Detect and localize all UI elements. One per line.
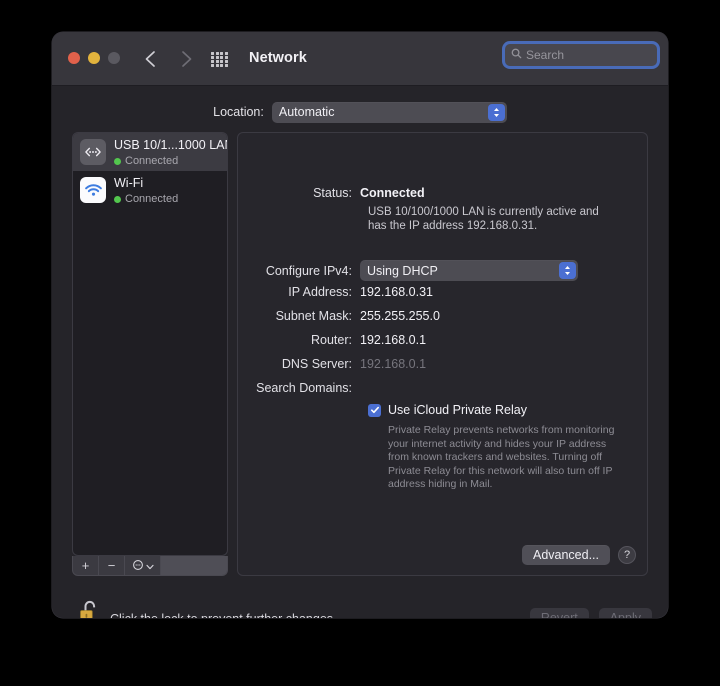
revert-button[interactable]: Revert — [529, 608, 589, 618]
private-relay-checkbox-row[interactable]: Use iCloud Private Relay — [368, 403, 620, 417]
zoom-window-button[interactable] — [108, 52, 120, 64]
detail-actions: Advanced... ? — [521, 545, 636, 565]
interface-status: Connected — [114, 192, 178, 206]
location-row: Location: Automatic — [52, 100, 668, 124]
add-interface-button[interactable]: + — [73, 556, 99, 575]
window-titlebar: Network — [52, 32, 668, 86]
search-icon — [511, 46, 522, 64]
search-domains-row: Search Domains: — [250, 380, 360, 396]
interface-name: Wi-Fi — [114, 176, 144, 190]
help-button[interactable]: ? — [618, 546, 636, 564]
configure-ipv4-value: Using DHCP — [367, 263, 438, 278]
sidebar-item-usb-lan[interactable]: USB 10/1...1000 LAN Connected — [73, 133, 227, 171]
search-field[interactable] — [505, 44, 668, 66]
interface-status-label: Connected — [125, 155, 179, 167]
usb-ethernet-icon — [80, 139, 106, 165]
sidebar-item-wifi[interactable]: Wi-Fi Connected — [73, 171, 227, 209]
private-relay-description: Private Relay prevents networks from mon… — [388, 424, 615, 490]
interface-status: Connected — [114, 154, 227, 168]
sidebar-item-text: USB 10/1...1000 LAN Connected — [114, 136, 227, 168]
remove-interface-button[interactable]: − — [99, 556, 125, 575]
private-relay-label: Use iCloud Private Relay — [388, 403, 527, 417]
chevron-down-icon — [145, 559, 154, 572]
interface-list-toolbar: + − — [72, 556, 228, 576]
ip-address-row: IP Address: 192.168.0.31 — [250, 284, 433, 300]
wifi-icon — [80, 177, 106, 203]
subnet-mask-value: 255.255.255.0 — [360, 309, 440, 323]
search-input[interactable] — [526, 48, 668, 62]
page-title: Network — [249, 50, 307, 66]
location-label: Location: — [213, 105, 264, 119]
action-gear-icon — [132, 559, 144, 573]
dns-server-label: DNS Server: — [281, 357, 352, 371]
toolbar-filler — [161, 556, 227, 575]
grid-apps-icon[interactable] — [211, 52, 228, 67]
interface-status-label: Connected — [125, 193, 179, 205]
chevron-up-down-icon — [559, 262, 576, 279]
private-relay-section: Use iCloud Private Relay Private Relay p… — [368, 403, 620, 492]
minimize-window-button[interactable] — [88, 52, 100, 64]
status-description: USB 10/100/1000 LAN is currently active … — [368, 206, 599, 232]
configure-ipv4-select[interactable]: Using DHCP — [360, 260, 578, 281]
status-label: Status: — [313, 186, 352, 200]
network-preferences-window: Network Location: Automatic — [52, 32, 668, 618]
footer-actions: Revert Apply — [529, 608, 652, 618]
router-row: Router: 192.168.0.1 — [250, 332, 426, 348]
dns-server-value[interactable]: 192.168.0.1 — [360, 356, 426, 372]
checkmark-icon[interactable] — [368, 403, 381, 417]
status-value: Connected — [360, 186, 425, 200]
chevron-right-icon[interactable] — [176, 48, 196, 70]
lock-hint-text: Click the lock to prevent further change… — [110, 612, 337, 618]
location-selected-value: Automatic — [278, 105, 335, 119]
dns-server-row: DNS Server: 192.168.0.1 — [250, 356, 426, 372]
ip-address-value: 192.168.0.31 — [360, 285, 433, 299]
subnet-mask-row: Subnet Mask: 255.255.255.0 — [250, 308, 440, 324]
router-value: 192.168.0.1 — [360, 333, 427, 347]
close-window-button[interactable] — [68, 52, 80, 64]
subnet-mask-label: Subnet Mask: — [275, 309, 352, 323]
network-interface-list[interactable]: USB 10/1...1000 LAN Connected Wi-Fi Conn… — [72, 132, 228, 556]
interface-name: USB 10/1...1000 LAN — [114, 138, 228, 152]
status-dot-icon — [114, 157, 121, 165]
search-domains-label: Search Domains: — [256, 381, 352, 395]
chevron-up-down-icon — [487, 103, 505, 121]
router-label: Router: — [311, 333, 352, 347]
ip-address-label: IP Address: — [288, 285, 352, 299]
sidebar-item-text: Wi-Fi Connected — [114, 174, 178, 206]
apply-button[interactable]: Apply — [598, 608, 652, 618]
chevron-left-icon[interactable] — [141, 48, 161, 70]
advanced-button[interactable]: Advanced... — [521, 545, 610, 565]
unlocked-padlock-icon[interactable] — [78, 598, 104, 618]
status-row: Status: Connected — [250, 185, 425, 201]
configure-ipv4-label: Configure IPv4: — [265, 263, 352, 278]
configure-ipv4-row: Configure IPv4: Using DHCP — [250, 260, 578, 281]
interface-detail-panel: Status: Connected USB 10/100/1000 LAN is… — [237, 132, 648, 576]
interface-action-menu-button[interactable] — [125, 556, 161, 575]
status-dot-icon — [114, 195, 121, 203]
location-select[interactable]: Automatic — [271, 101, 507, 123]
